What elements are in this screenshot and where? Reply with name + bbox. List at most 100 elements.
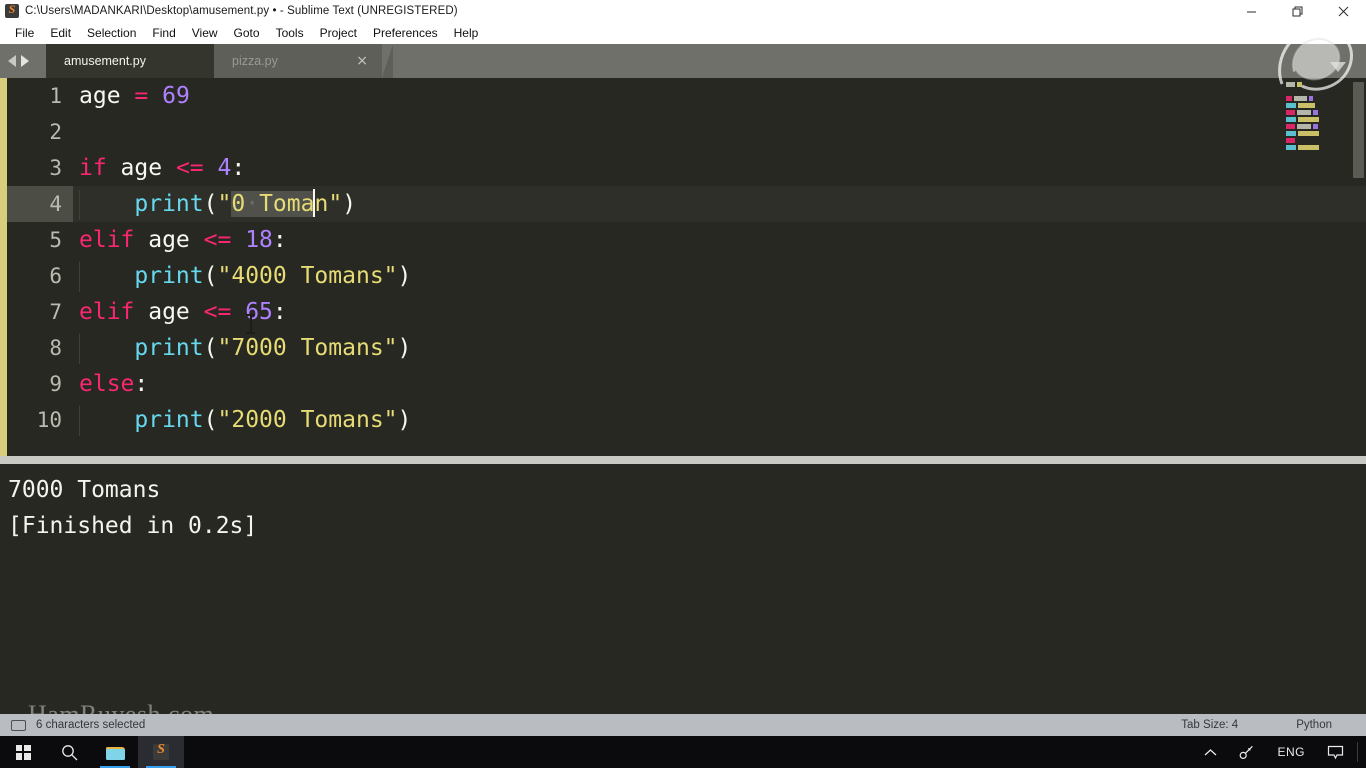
editor-left-accent-strip [0, 78, 7, 456]
tab-label: pizza.py [232, 54, 278, 68]
tab-bar: amusement.py pizza.py × [0, 44, 1366, 78]
tab-size-status[interactable]: Tab Size: 4 [1181, 719, 1238, 731]
minimap-line [1286, 117, 1350, 122]
status-bar-right: Tab Size: 4 Python [1181, 719, 1366, 731]
menu-goto[interactable]: Goto [226, 24, 268, 42]
show-desktop-strip[interactable] [1357, 742, 1358, 762]
menu-find[interactable]: Find [144, 24, 183, 42]
syntax-status[interactable]: Python [1296, 719, 1332, 731]
output-line: [Finished in 0.2s] [8, 513, 258, 539]
code-token: ( [203, 407, 218, 433]
code-line[interactable] [73, 114, 1366, 150]
tab-amusement-py[interactable]: amusement.py [46, 44, 225, 78]
code-token: ) [397, 263, 412, 289]
tab-nav [8, 44, 29, 78]
code-text-area[interactable]: age = 69 if age <= 4: print("0·Toman") eli… [73, 78, 1366, 456]
pen-icon[interactable] [1228, 736, 1266, 768]
window-controls [1228, 0, 1366, 22]
code-line[interactable]: elif age <= 65: [73, 294, 1366, 330]
notification-icon[interactable] [1316, 736, 1355, 768]
code-token: <= [175, 155, 204, 181]
build-output-panel[interactable]: 7000 Tomans [Finished in 0.2s] [0, 464, 1366, 714]
line-number: 9 [49, 372, 62, 396]
code-token: "4000 Tomans" [217, 263, 398, 289]
code-line[interactable]: if age <= 4: [73, 150, 1366, 186]
title-bar: C:\Users\MADANKARI\Desktop\amusement.py … [0, 0, 1366, 22]
indent-guide [79, 262, 80, 292]
code-token: <= [203, 227, 232, 253]
code-line[interactable]: print("7000 Tomans") [73, 330, 1366, 366]
restore-button[interactable] [1274, 0, 1320, 22]
code-line[interactable]: print("4000 Tomans") [73, 258, 1366, 294]
line-number: 3 [49, 156, 62, 180]
minimap-line [1286, 89, 1350, 94]
menu-edit[interactable]: Edit [42, 24, 79, 42]
code-token: 69 [162, 83, 190, 109]
minimize-button[interactable] [1228, 0, 1274, 22]
panel-divider[interactable] [0, 456, 1366, 464]
file-explorer-icon[interactable] [92, 736, 138, 768]
code-token: ( [203, 263, 218, 289]
windows-start-icon[interactable] [0, 736, 46, 768]
language-indicator[interactable]: ENG [1266, 736, 1316, 768]
menu-tools[interactable]: Tools [268, 24, 312, 42]
indent-guide [79, 190, 80, 220]
taskbar-sublime-text-icon[interactable] [138, 736, 184, 768]
arrow-right-icon[interactable] [21, 55, 29, 67]
menu-help[interactable]: Help [446, 24, 487, 42]
menu-file[interactable]: File [7, 24, 42, 42]
sublime-text-window: C:\Users\MADANKARI\Desktop\amusement.py … [0, 0, 1366, 768]
code-token: ) [397, 407, 412, 433]
system-tray: ENG [1193, 736, 1366, 768]
console-panel-icon[interactable] [11, 719, 26, 731]
output-line: 7000 Tomans [8, 477, 161, 503]
line-number: 4 [7, 186, 73, 222]
code-line[interactable]: age = 69 [73, 78, 1366, 114]
menu-bar: File Edit Selection Find View Goto Tools… [0, 22, 1366, 44]
menu-project[interactable]: Project [312, 24, 365, 42]
menu-preferences[interactable]: Preferences [365, 24, 446, 42]
code-token: print [134, 335, 204, 361]
code-token: elif [79, 299, 135, 325]
line-number: 2 [49, 120, 62, 144]
code-token: = [134, 83, 149, 109]
code-editor[interactable]: 1 2 3 4 5 6 7 8 9 10 age = 69 if age <= 4: print("… [0, 78, 1366, 456]
code-line[interactable]: print("0·Toman") [73, 186, 1366, 222]
menu-selection[interactable]: Selection [79, 24, 144, 42]
line-number-gutter: 1 2 3 4 5 6 7 8 9 10 [7, 78, 73, 456]
tab-label: amusement.py [64, 54, 146, 68]
code-token: : [272, 299, 287, 325]
code-line[interactable]: else: [73, 366, 1366, 402]
code-token: "7000 Tomans" [217, 335, 398, 361]
minimap-line [1286, 110, 1350, 115]
code-line[interactable]: print("2000 Tomans") [73, 402, 1366, 438]
search-icon[interactable] [46, 736, 92, 768]
code-token: ( [203, 335, 218, 361]
line-number: 8 [49, 336, 62, 360]
code-token: age [79, 83, 121, 109]
code-minimap[interactable] [1286, 82, 1350, 182]
tab-pizza-py[interactable]: pizza.py × [214, 44, 393, 78]
tab-close-icon[interactable]: × [330, 54, 368, 68]
code-token: ( [203, 191, 218, 217]
code-token: ) [342, 191, 357, 217]
code-token: age [134, 299, 204, 325]
arrow-left-icon[interactable] [8, 55, 16, 67]
code-token: · [245, 191, 260, 217]
menu-view[interactable]: View [184, 24, 226, 42]
sublime-text-icon [5, 4, 19, 18]
code-line[interactable]: elif age <= 18: [73, 222, 1366, 258]
editor-scrollbar[interactable] [1353, 82, 1364, 178]
chevron-up-icon[interactable] [1193, 736, 1228, 768]
close-button[interactable] [1320, 0, 1366, 22]
line-number: 10 [36, 408, 62, 432]
minimap-line [1286, 124, 1350, 129]
